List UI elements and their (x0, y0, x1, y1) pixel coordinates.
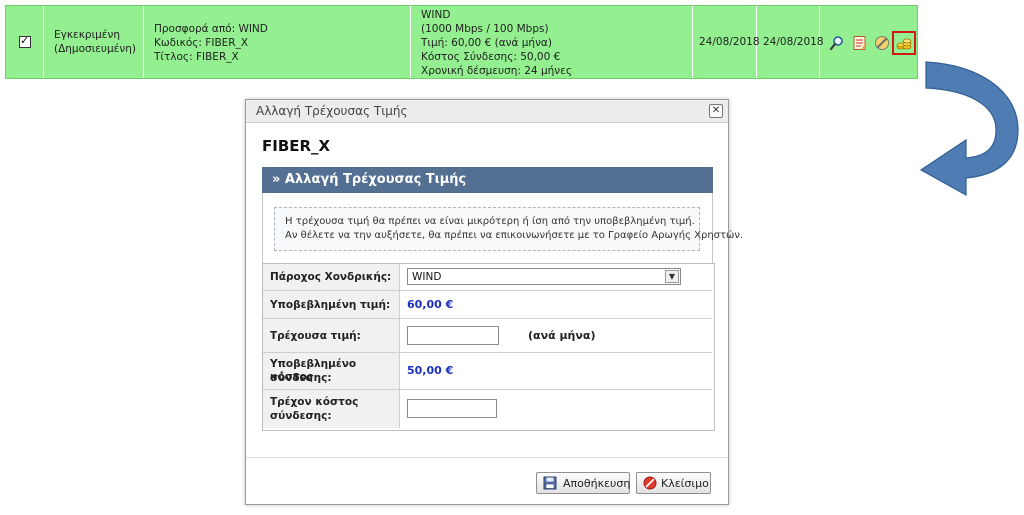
close-button[interactable]: Κλείσιμο (636, 472, 711, 494)
connection-cost-text: Κόστος Σύνδεσης: 50,00 € (421, 51, 561, 63)
change-price-dialog: Αλλαγή Τρέχουσας Τιμής ✕ FIBER_X » Αλλαγ… (245, 99, 743, 505)
status-text: Εγκεκριμένη (54, 29, 120, 41)
panel-header: » Αλλαγή Τρέχουσας Τιμής (262, 167, 713, 193)
current-connection-label-2: σύνδεσης: (270, 410, 332, 422)
offer-from: Προσφορά από: WIND (154, 23, 268, 35)
close-button-label: Κλείσιμο (661, 477, 709, 490)
current-connection-label: Τρέχον κόστος (270, 396, 359, 408)
info-message: Η τρέχουσα τιμή θα πρέπει να είναι μικρό… (274, 207, 743, 251)
cancel-circle-icon (643, 476, 657, 490)
current-connection-cost-row: Τρέχον κόστος σύνδεσης: (263, 390, 712, 428)
offer-code: Κωδικός: FIBER_X (154, 37, 249, 49)
end-date: 24/08/2018 (763, 36, 824, 48)
panel-title: » Αλλαγή Τρέχουσας Τιμής (272, 172, 467, 187)
dialog-title: Αλλαγή Τρέχουσας Τιμής (256, 104, 408, 118)
offer-title: Τίτλος: FIBER_X (154, 51, 239, 63)
select-cell (6, 6, 44, 78)
offer-heading: FIBER_X (262, 137, 331, 155)
start-date: 24/08/2018 (699, 36, 760, 48)
cancel-icon[interactable] (874, 35, 890, 51)
edit-report-icon[interactable] (852, 35, 868, 51)
current-price-row: Τρέχουσα τιμή: (ανά μήνα) (263, 319, 712, 353)
commitment-text: Χρονική δέσμευση: 24 μήνες (421, 65, 572, 77)
tech-details-cell: WIND (1000 Mbps / 100 Mbps) Τιμή: 60,00 … (411, 6, 693, 78)
speed-text: (1000 Mbps / 100 Mbps) (421, 23, 549, 35)
wholesale-provider-label: Πάροχος Χονδρικής: (270, 271, 392, 283)
submitted-connection-value: 50,00 € (407, 364, 454, 377)
status-cell: Εγκεκριμένη (Δημοσιευμένη) (44, 6, 144, 78)
curved-arrow-icon (919, 61, 1019, 197)
change-price-icon[interactable] (892, 31, 916, 55)
per-month-label: (ανά μήνα) (528, 329, 596, 342)
save-icon (543, 476, 557, 490)
view-icon[interactable] (829, 35, 845, 51)
submitted-price-label: Υποβεβλημένη τιμή: (270, 299, 391, 311)
price-text: Τιμή: 60,00 € (ανά μήνα) (421, 37, 552, 49)
wholesale-provider-select[interactable]: WIND ▼ (407, 268, 681, 285)
submitted-connection-label-2: σύνδεσης: (270, 372, 332, 384)
row-checkbox[interactable] (19, 34, 31, 48)
dialog-titlebar: Αλλαγή Τρέχουσας Τιμής ✕ (246, 100, 728, 123)
current-price-input[interactable] (407, 326, 499, 345)
current-price-label: Τρέχουσα τιμή: (270, 330, 361, 342)
save-button-label: Αποθήκευση (563, 477, 631, 490)
provider-name: WIND (421, 9, 451, 21)
offer-details-cell: Προσφορά από: WIND Κωδικός: FIBER_X Τίτλ… (144, 6, 411, 78)
submitted-price-row: Υποβεβλημένη τιμή: 60,00 € (263, 291, 712, 319)
chevron-down-icon[interactable]: ▼ (665, 270, 679, 283)
info-line-1: Η τρέχουσα τιμή θα πρέπει να είναι μικρό… (285, 216, 695, 227)
close-icon[interactable]: ✕ (709, 104, 723, 118)
footer-divider (246, 457, 728, 458)
info-line-2: Αν θέλετε να την αυξήσετε, θα πρέπει να … (285, 230, 744, 241)
price-form: Πάροχος Χονδρικής: WIND ▼ Υποβεβλημένη τ… (262, 263, 715, 431)
submitted-connection-cost-row: Υποβεβλημένο κόστος σύνδεσης: 50,00 € (263, 353, 712, 390)
end-date-cell: 24/08/2018 (757, 6, 824, 78)
actions-cell (820, 6, 918, 78)
status-subtext: (Δημοσιευμένη) (54, 43, 136, 55)
wholesale-provider-row: Πάροχος Χονδρικής: WIND ▼ (263, 264, 712, 291)
submitted-price-value: 60,00 € (407, 298, 454, 311)
start-date-cell: 24/08/2018 (693, 6, 760, 78)
save-button[interactable]: Αποθήκευση (536, 472, 630, 494)
offer-row: Εγκεκριμένη (Δημοσιευμένη) Προσφορά από:… (5, 5, 918, 79)
current-connection-input[interactable] (407, 399, 497, 418)
